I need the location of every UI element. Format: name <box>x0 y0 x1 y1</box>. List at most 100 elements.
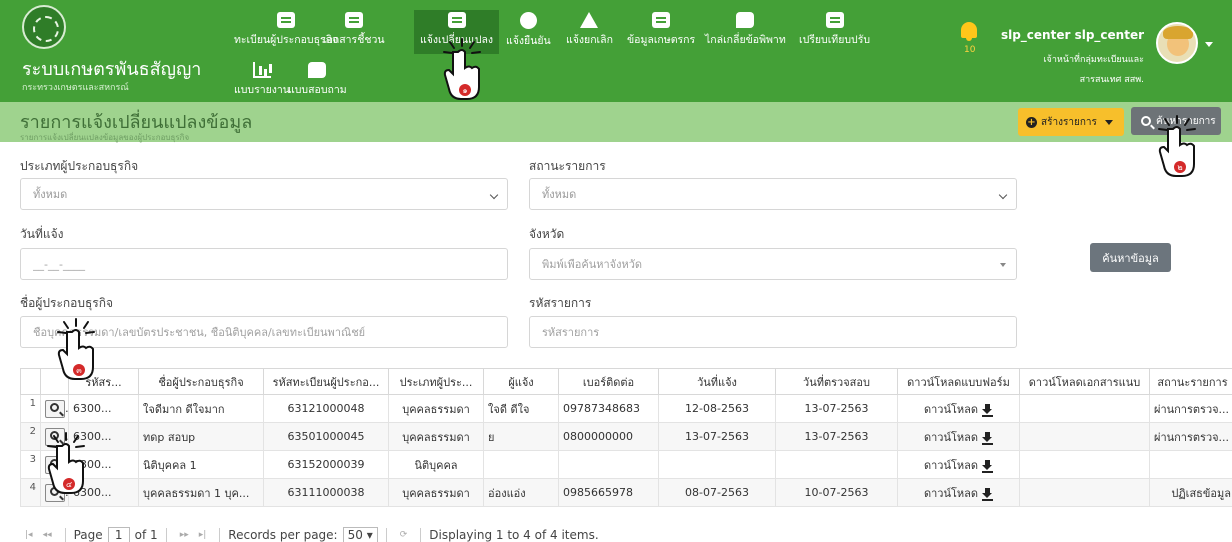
table-header-row: รหัสร... ชื่อผู้ประกอบธุรกิจ รหัสทะเบียน… <box>20 368 1232 395</box>
records-per-page-select[interactable]: 50 ▾ <box>342 527 378 542</box>
table-row[interactable]: 3 6300... นิติบุคคล 1 63152000039 นิติบุ… <box>20 450 1232 479</box>
pointer-step-1: ๑ <box>440 38 486 100</box>
download-form-link[interactable]: ดาวน์โหลด <box>924 431 994 445</box>
download-icon <box>982 432 994 445</box>
row-view-button[interactable] <box>45 399 65 418</box>
col-type[interactable]: ประเภทผู้ประ... <box>388 368 484 395</box>
check-circle-icon <box>519 12 537 29</box>
nav-label: ข้อมูลเกษตรกร <box>627 34 696 46</box>
cell-phone: 0800000000 <box>558 422 659 451</box>
nav-label: แบบรายงาน <box>234 84 290 96</box>
app-root: ระบบเกษตรพันธสัญญา กระทรวงเกษตรและสหกรณ์… <box>0 0 1232 542</box>
cell-registration: 63111000038 <box>263 478 389 507</box>
business-type-select[interactable]: ทั้งหมด <box>20 178 508 210</box>
chat-icon <box>736 12 755 28</box>
create-label: สร้างรายการ <box>1041 116 1097 128</box>
page-label: Page <box>73 528 103 542</box>
business-name-input[interactable] <box>33 325 507 339</box>
pointer-step-4: ๔ <box>44 432 90 494</box>
cell-registration: 63121000048 <box>263 394 389 423</box>
ministry-logo-icon[interactable] <box>22 5 66 49</box>
cell-download-form: ดาวน์โหลด <box>897 478 1020 507</box>
step-number: ๑ <box>462 86 467 95</box>
pointer-step-3: ๓ <box>54 318 100 380</box>
table-row[interactable]: 4 6300... บุคคลธรรมดา 1 บุค... 631110000… <box>20 478 1232 507</box>
cell-download-form: ดาวน์โหลด <box>897 422 1020 451</box>
cell-download-attach <box>1019 394 1150 423</box>
hand-pointer-icon: ๒ <box>1158 115 1196 177</box>
step-number: ๔ <box>66 480 72 489</box>
cell-status: ปฏิเสธข้อมูล <box>1149 478 1232 507</box>
download-form-link[interactable]: ดาวน์โหลด <box>924 487 994 501</box>
edit-icon <box>447 12 466 28</box>
user-menu-caret-icon[interactable] <box>1205 42 1213 47</box>
pager-divider <box>385 528 387 542</box>
cell-status: ผ่านการตรวจ... <box>1149 422 1232 451</box>
page-number-input[interactable]: 1 <box>107 527 130 542</box>
notification-count[interactable]: 10 <box>964 45 975 55</box>
province-input[interactable] <box>542 257 1016 271</box>
nav-mediation[interactable]: ไกล่เกลี่ยข้อพิพาท <box>705 12 786 48</box>
table-row[interactable]: 1 6300... ใจดีมาก ดีใจมาก 63121000048 บุ… <box>20 394 1232 423</box>
warning-icon <box>580 12 599 28</box>
date-input-box[interactable] <box>33 257 507 271</box>
pager-divider <box>165 528 167 542</box>
search-icon <box>1141 116 1151 126</box>
col-registration[interactable]: รหัสทะเบียนผู้ประกอ... <box>263 368 389 395</box>
col-reporter[interactable]: ผู้แจ้ง <box>483 368 559 395</box>
nav-label: แจ้งยกเลิก <box>566 34 613 46</box>
caret-down-icon <box>1000 263 1006 267</box>
bell-icon[interactable] <box>961 22 977 41</box>
cell-check-date: 13-07-2563 <box>775 394 898 423</box>
col-business-name[interactable]: ชื่อผู้ประกอบธุรกิจ <box>138 368 264 395</box>
cell-business-name: ใจดีมาก ดีใจมาก <box>138 394 264 423</box>
table-row[interactable]: 2 6300... ทดp สอบp 63501000045 บุคคลธรรม… <box>20 422 1232 451</box>
prev-page-icon[interactable]: ◂◂ <box>43 530 52 540</box>
data-grid: รหัสร... ชื่อผู้ประกอบธุรกิจ รหัสทะเบียน… <box>20 368 1232 507</box>
province-select[interactable] <box>529 248 1017 280</box>
nav-label: เปรียบเทียบปรับ <box>799 34 871 46</box>
nav-fines[interactable]: เปรียบเทียบปรับ <box>799 12 870 48</box>
avatar[interactable] <box>1156 22 1198 64</box>
cell-report-date: 12-08-2563 <box>658 394 776 423</box>
refresh-icon[interactable]: ⟳ <box>400 530 408 540</box>
nav-prospectus[interactable]: เอกสารชี้ชวน <box>323 12 385 48</box>
col-download-form[interactable]: ดาวน์โหลดแบบฟอร์ม <box>897 368 1020 395</box>
col-download-attach[interactable]: ดาวน์โหลดเอกสารแนบ <box>1019 368 1150 395</box>
cell-report-date <box>658 450 776 479</box>
records-per-page-value: 50 <box>347 528 363 542</box>
nav-farmer-data[interactable]: ข้อมูลเกษตรกร <box>627 12 695 48</box>
row-number: 4 <box>20 478 41 507</box>
col-check-date[interactable]: วันที่ตรวจสอบ <box>775 368 898 395</box>
system-title[interactable]: ระบบเกษตรพันธสัญญา <box>22 54 201 83</box>
plus-circle-icon: + <box>1026 116 1037 128</box>
cell-status <box>1149 450 1232 479</box>
row-number: 1 <box>20 394 41 423</box>
date-input[interactable] <box>20 248 508 280</box>
download-form-link[interactable]: ดาวน์โหลด <box>924 459 994 473</box>
col-phone[interactable]: เบอร์ติดต่อ <box>558 368 659 395</box>
status-select[interactable]: ทั้งหมด <box>529 178 1017 210</box>
nav-reports[interactable]: แบบรายงาน <box>234 62 290 98</box>
nav-cancel[interactable]: แจ้งยกเลิก <box>566 12 613 48</box>
display-summary: Displaying 1 to 4 of 4 items. <box>429 528 599 542</box>
download-form-link[interactable]: ดาวน์โหลด <box>924 403 994 417</box>
user-name[interactable]: slp_center slp_center <box>1001 28 1144 42</box>
create-item-button[interactable]: + สร้างรายการ <box>1018 108 1124 136</box>
business-type-value: ทั้งหมด <box>33 188 68 201</box>
first-page-icon[interactable]: |◂ <box>25 530 33 540</box>
col-report-date[interactable]: วันที่แจ้ง <box>658 368 776 395</box>
last-page-icon[interactable]: ▸| <box>199 530 207 540</box>
find-data-button[interactable]: ค้นหาข้อมูล <box>1090 243 1171 272</box>
cell-business-name: นิติบุคคล 1 <box>138 450 264 479</box>
nav-survey[interactable]: แบบสอบถาม <box>288 62 347 98</box>
cell-phone <box>558 450 659 479</box>
item-code-label: รหัสรายการ <box>529 296 592 310</box>
cell-download-attach <box>1019 422 1150 451</box>
col-status[interactable]: สถานะรายการ <box>1149 368 1232 395</box>
item-code-field[interactable] <box>529 316 1017 348</box>
nav-confirm[interactable]: แจ้งยืนยัน <box>506 12 551 49</box>
cell-code: 6300... <box>68 394 139 423</box>
item-code-input[interactable] <box>542 325 1016 339</box>
next-page-icon[interactable]: ▸▸ <box>180 530 189 540</box>
